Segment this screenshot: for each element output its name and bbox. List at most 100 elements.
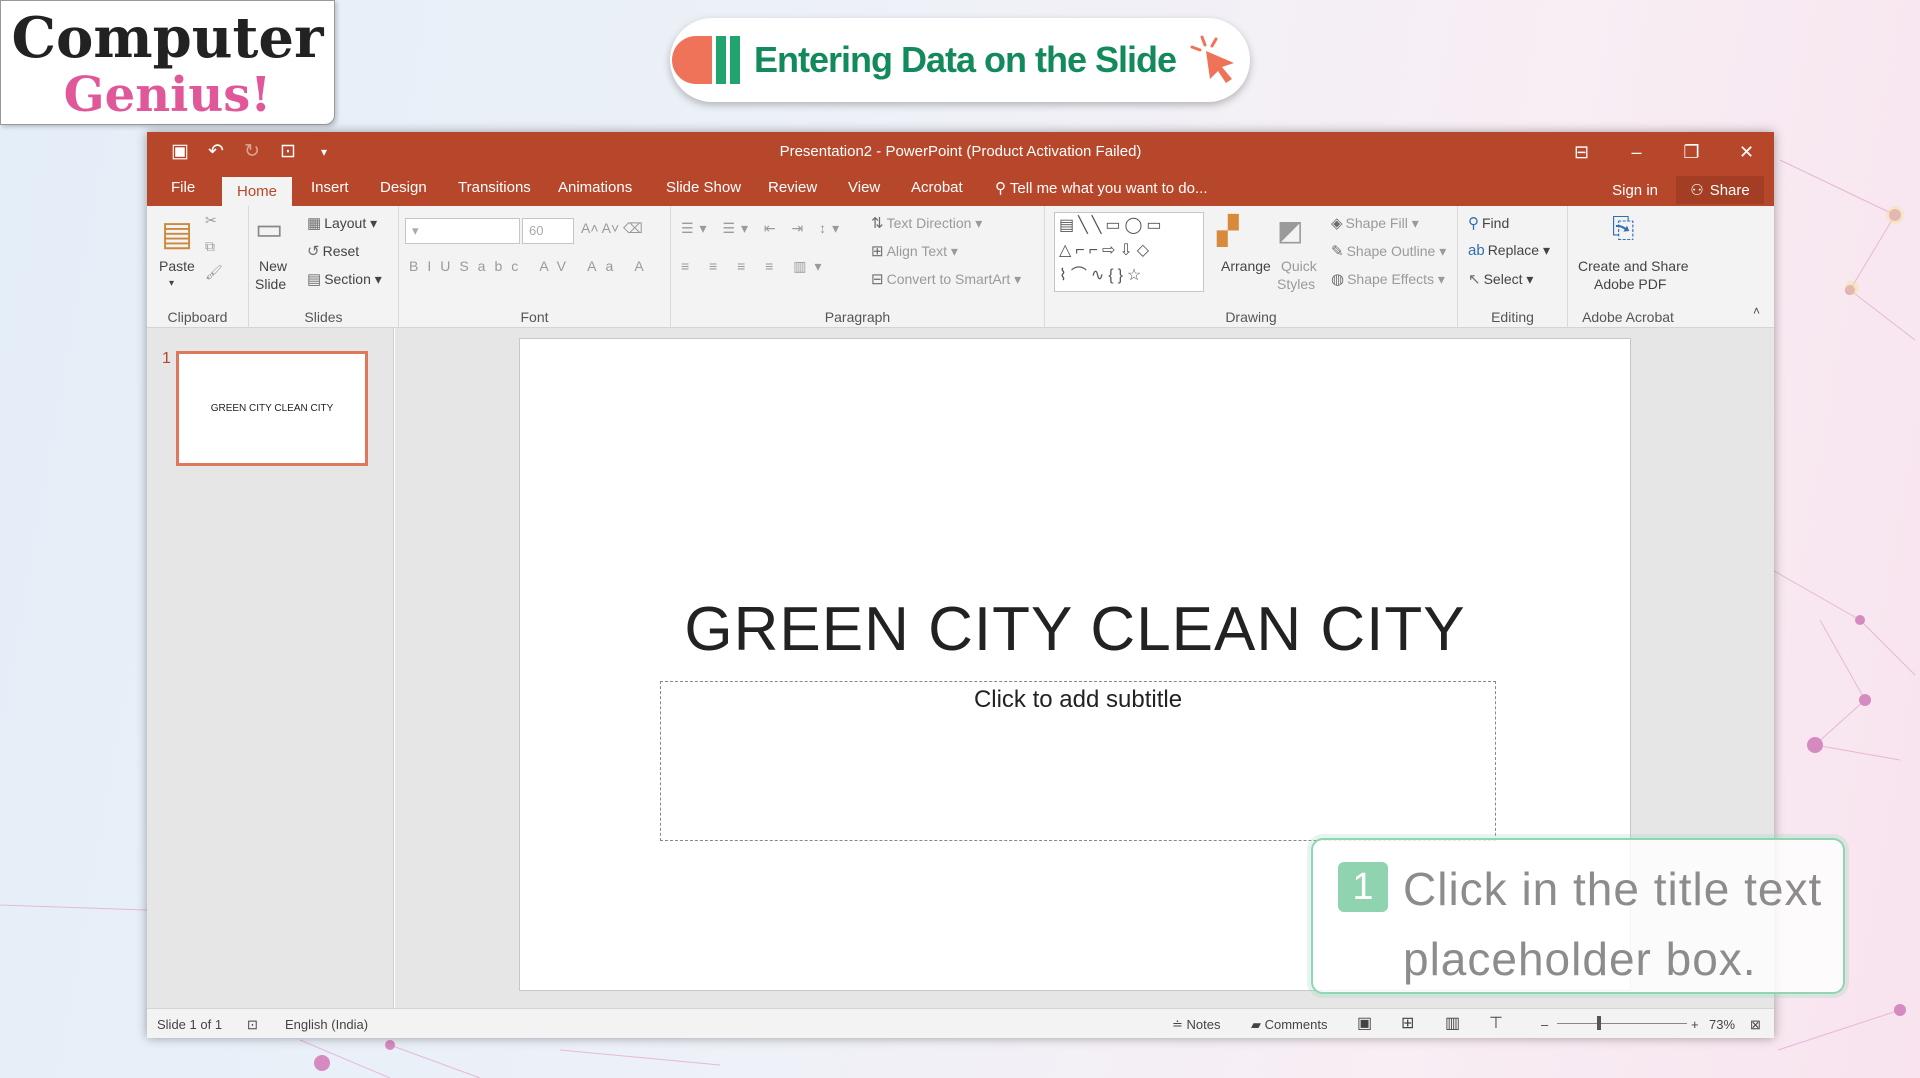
select-button[interactable]: ↖ Select ▾	[1468, 270, 1533, 288]
alignment-icons[interactable]: ≡ ≡ ≡ ≡ ▥▾	[681, 258, 830, 275]
new-slide-label-2[interactable]: Slide	[255, 276, 286, 292]
close-icon[interactable]: ✕	[1719, 132, 1774, 172]
slide-thumbnail-pane: 1 GREEN CITY CLEAN CITY	[147, 328, 394, 1008]
zoom-in-icon[interactable]: +	[1691, 1017, 1699, 1032]
collapse-ribbon-icon[interactable]: ˄	[1753, 304, 1760, 318]
step-number: 1	[1338, 862, 1388, 912]
normal-view-icon[interactable]: ▣	[1357, 1013, 1372, 1033]
drawing-label: Drawing	[1225, 309, 1277, 325]
paste-button[interactable]: Paste	[159, 258, 195, 274]
tab-insert[interactable]: Insert	[311, 179, 349, 196]
section-icon: ▤	[307, 271, 322, 288]
tab-transitions[interactable]: Transitions	[458, 179, 531, 196]
restore-icon[interactable]: ❐	[1664, 132, 1719, 172]
banner-title: Entering Data on the Slide	[754, 39, 1177, 80]
title-bar: ▣ ↶ ↻ ⊡ ▾ Presentation2 - PowerPoint (Pr…	[147, 132, 1774, 172]
shape-fill-label: Shape Fill	[1345, 215, 1408, 231]
shapes-gallery[interactable]: ▤╲╲▭◯▭ △⌐⌐⇨⇩◇ ⌇⌒∿{}☆	[1054, 212, 1204, 292]
spell-check-icon[interactable]: ⊡	[247, 1017, 258, 1033]
share-button[interactable]: ⚇ Share	[1676, 176, 1764, 204]
tell-me-box[interactable]: ⚲ Tell me what you want to do...	[995, 179, 1208, 197]
text-direction-button[interactable]: ⇅ Text Direction ▾	[871, 214, 982, 232]
new-slide-label-1[interactable]: New	[259, 258, 287, 274]
tab-review[interactable]: Review	[768, 179, 817, 196]
create-pdf-icon[interactable]: ⎘	[1612, 212, 1634, 245]
pointer-icon: ↖	[1468, 271, 1481, 288]
ribbon: ▤ Paste ▾ ✂ ⧉ 🖌 Clipboard ▭ New Slide ▦ L…	[147, 206, 1774, 328]
slides-group: ▭ New Slide ▦ Layout ▾ ↺ Reset ▤ Section ▾ …	[249, 206, 399, 328]
arrange-icon[interactable]: ▞	[1217, 214, 1239, 247]
text-direction-label: Text Direction	[886, 215, 972, 231]
font-name-combobox[interactable]: ▾	[405, 218, 520, 244]
create-share-pdf-label-1[interactable]: Create and Share	[1578, 258, 1689, 274]
smartart-icon: ⊟	[871, 271, 884, 288]
slide-number: 1	[162, 350, 171, 367]
arrange-button[interactable]: Arrange	[1221, 258, 1271, 274]
create-share-pdf-label-2[interactable]: Adobe PDF	[1594, 276, 1666, 292]
shape-outline-button[interactable]: ✎ Shape Outline ▾	[1331, 242, 1446, 260]
quick-styles-label-2[interactable]: Styles	[1277, 276, 1315, 292]
reading-view-icon[interactable]: ▥	[1445, 1013, 1460, 1033]
tab-animations[interactable]: Animations	[558, 179, 632, 196]
fit-slide-icon[interactable]: ⊠	[1750, 1017, 1761, 1033]
zoom-out-icon[interactable]: –	[1541, 1017, 1548, 1032]
tab-design[interactable]: Design	[380, 179, 427, 196]
section-button[interactable]: ▤ Section ▾	[307, 270, 382, 288]
instruction-text: Click in the title text placeholder box.	[1403, 863, 1823, 985]
editing-group: ⚲ Find ab Replace ▾ ↖ Select ▾ Editing	[1458, 206, 1568, 328]
reset-button[interactable]: ↺ Reset	[307, 242, 359, 260]
reset-icon: ↺	[307, 243, 320, 260]
sign-in-link[interactable]: Sign in	[1612, 182, 1658, 199]
shape-fill-button[interactable]: ◈ Shape Fill ▾	[1331, 214, 1419, 232]
convert-smartart-button[interactable]: ⊟ Convert to SmartArt ▾	[871, 270, 1021, 288]
title-placeholder[interactable]: GREEN CITY CLEAN CITY	[520, 594, 1630, 665]
zoom-slider-thumb[interactable]	[1597, 1016, 1601, 1030]
slideshow-icon[interactable]: ⊤	[1489, 1013, 1503, 1033]
layout-label: Layout	[324, 215, 367, 231]
quick-styles-label-1[interactable]: Quick	[1281, 258, 1317, 274]
computer-genius-logo: Computer Genius!	[0, 0, 335, 125]
tab-file[interactable]: File	[171, 179, 195, 196]
shape-effects-button[interactable]: ◍ Shape Effects ▾	[1331, 270, 1445, 288]
tab-slide-show[interactable]: Slide Show	[666, 179, 741, 196]
paint-bucket-icon: ◈	[1331, 215, 1343, 232]
copy-icon[interactable]: ⧉	[205, 238, 215, 255]
ribbon-display-options-icon[interactable]: ⊟	[1554, 132, 1609, 172]
paste-icon[interactable]: ▤	[161, 214, 193, 254]
paste-dropdown-icon[interactable]: ▾	[169, 278, 174, 289]
lightbulb-icon: ⚲	[995, 180, 1010, 197]
grow-font-icon[interactable]: A˄ A˅ ⌫	[581, 220, 643, 237]
slide-thumbnail[interactable]: GREEN CITY CLEAN CITY	[176, 351, 368, 466]
zoom-slider[interactable]	[1557, 1023, 1687, 1024]
tab-view[interactable]: View	[848, 179, 880, 196]
quick-styles-icon[interactable]: ◩	[1277, 214, 1303, 247]
font-label: Font	[520, 309, 549, 325]
find-button[interactable]: ⚲ Find	[1468, 214, 1509, 232]
notes-button[interactable]: ≐ Notes	[1172, 1017, 1220, 1033]
comments-button[interactable]: ▰ Comments	[1251, 1017, 1327, 1033]
replace-icon: ab	[1468, 242, 1485, 259]
effects-icon: ◍	[1331, 271, 1345, 288]
font-format-icons[interactable]: BIUSabc AV Aa A	[409, 258, 653, 274]
subtitle-placeholder[interactable]: Click to add subtitle	[660, 681, 1496, 841]
font-size-combobox[interactable]: 60	[522, 218, 574, 244]
list-indent-icons[interactable]: ☰▾ ☰▾ ⇤ ⇥ ↕▾	[681, 220, 845, 237]
slide-sorter-icon[interactable]: ⊞	[1401, 1013, 1414, 1033]
language-status[interactable]: English (India)	[285, 1017, 368, 1032]
cut-icon[interactable]: ✂	[205, 212, 217, 229]
tab-home[interactable]: Home	[222, 177, 293, 206]
zoom-level[interactable]: 73%	[1709, 1017, 1735, 1032]
layout-icon: ▦	[307, 215, 322, 232]
instruction-callout: 1 Click in the title text placeholder bo…	[1311, 838, 1845, 994]
minimize-icon[interactable]: –	[1609, 132, 1664, 172]
font-group: ▾ 60 A˄ A˅ ⌫ BIUSabc AV Aa A Font	[399, 206, 671, 328]
layout-button[interactable]: ▦ Layout ▾	[307, 214, 377, 232]
paragraph-label: Paragraph	[824, 309, 891, 325]
tab-acrobat[interactable]: Acrobat	[911, 179, 963, 196]
align-text-button[interactable]: ⊞ Align Text ▾	[871, 242, 958, 260]
replace-button[interactable]: ab Replace ▾	[1468, 242, 1550, 259]
acrobat-group: ⎘ Create and Share Adobe PDF Adobe Acrob…	[1568, 206, 1689, 328]
new-slide-icon[interactable]: ▭	[255, 212, 283, 247]
pencil-icon: ✎	[1331, 243, 1344, 260]
format-painter-icon[interactable]: 🖌	[205, 264, 223, 281]
